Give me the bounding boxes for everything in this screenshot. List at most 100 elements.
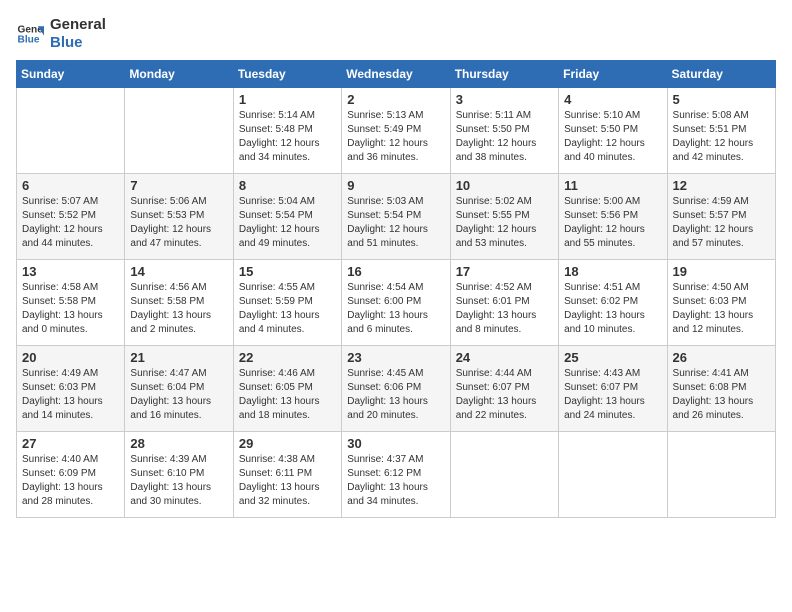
- calendar-week-row: 1 Sunrise: 5:14 AM Sunset: 5:48 PM Daylig…: [17, 88, 776, 174]
- calendar-week-row: 27Sunrise: 4:40 AM Sunset: 6:09 PM Dayli…: [17, 432, 776, 518]
- calendar-cell: 6 Sunrise: 5:07 AM Sunset: 5:52 PM Daylig…: [17, 174, 125, 260]
- day-number: 26: [673, 350, 770, 365]
- day-info: Sunrise: 4:49 AM Sunset: 6:03 PM Dayligh…: [22, 367, 119, 423]
- calendar-cell: [125, 88, 233, 174]
- day-number: 30: [347, 436, 444, 451]
- day-number: 10: [456, 178, 553, 193]
- calendar-cell: 3 Sunrise: 5:11 AM Sunset: 5:50 PM Daylig…: [450, 88, 558, 174]
- calendar-cell: 29 Sunrise: 4:38 AM Sunset: 6:11 PM Dayli…: [233, 432, 341, 518]
- day-number: 28: [130, 436, 227, 451]
- calendar-cell: 30 Sunrise: 4:37 AM Sunset: 6:12 PM Dayli…: [342, 432, 450, 518]
- day-number: 23: [347, 350, 444, 365]
- calendar-week-row: 6 Sunrise: 5:07 AM Sunset: 5:52 PM Daylig…: [17, 174, 776, 260]
- day-info: Sunrise: 5:14 AM Sunset: 5:48 PM Dayligh…: [239, 109, 336, 165]
- day-number: 16: [347, 264, 444, 279]
- day-number: 3: [456, 92, 553, 107]
- weekday-header-tuesday: Tuesday: [233, 61, 341, 88]
- calendar-cell: 1 Sunrise: 5:14 AM Sunset: 5:48 PM Daylig…: [233, 88, 341, 174]
- weekday-header-thursday: Thursday: [450, 61, 558, 88]
- calendar-cell: 21 Sunrise: 4:47 AM Sunset: 6:04 PM Dayli…: [125, 346, 233, 432]
- day-number: 17: [456, 264, 553, 279]
- calendar-cell: 10 Sunrise: 5:02 AM Sunset: 5:55 PM Dayli…: [450, 174, 558, 260]
- day-info: Sunrise: 4:43 AM Sunset: 6:07 PM Dayligh…: [564, 367, 661, 423]
- day-number: 9: [347, 178, 444, 193]
- calendar-header: SundayMondayTuesdayWednesdayThursdayFrid…: [17, 61, 776, 88]
- calendar-cell: 15 Sunrise: 4:55 AM Sunset: 5:59 PM Dayli…: [233, 260, 341, 346]
- calendar-week-row: 20Sunrise: 4:49 AM Sunset: 6:03 PM Dayli…: [17, 346, 776, 432]
- calendar-cell: 13Sunrise: 4:58 AM Sunset: 5:58 PM Dayli…: [17, 260, 125, 346]
- calendar-cell: [559, 432, 667, 518]
- calendar-week-row: 13Sunrise: 4:58 AM Sunset: 5:58 PM Dayli…: [17, 260, 776, 346]
- day-number: 29: [239, 436, 336, 451]
- day-number: 11: [564, 178, 661, 193]
- day-number: 4: [564, 92, 661, 107]
- day-info: Sunrise: 5:03 AM Sunset: 5:54 PM Dayligh…: [347, 195, 444, 251]
- day-info: Sunrise: 4:55 AM Sunset: 5:59 PM Dayligh…: [239, 281, 336, 337]
- day-number: 1: [239, 92, 336, 107]
- calendar-cell: 17 Sunrise: 4:52 AM Sunset: 6:01 PM Dayli…: [450, 260, 558, 346]
- day-info: Sunrise: 4:47 AM Sunset: 6:04 PM Dayligh…: [130, 367, 227, 423]
- day-number: 19: [673, 264, 770, 279]
- day-number: 18: [564, 264, 661, 279]
- day-info: Sunrise: 4:46 AM Sunset: 6:05 PM Dayligh…: [239, 367, 336, 423]
- day-info: Sunrise: 4:37 AM Sunset: 6:12 PM Dayligh…: [347, 453, 444, 509]
- day-number: 7: [130, 178, 227, 193]
- calendar-cell: 23 Sunrise: 4:45 AM Sunset: 6:06 PM Dayli…: [342, 346, 450, 432]
- day-info: Sunrise: 4:59 AM Sunset: 5:57 PM Dayligh…: [673, 195, 770, 251]
- calendar-cell: 14 Sunrise: 4:56 AM Sunset: 5:58 PM Dayli…: [125, 260, 233, 346]
- day-number: 2: [347, 92, 444, 107]
- day-info: Sunrise: 4:54 AM Sunset: 6:00 PM Dayligh…: [347, 281, 444, 337]
- logo: General Blue General Blue: [16, 16, 106, 52]
- logo-general: General: [50, 16, 106, 34]
- day-info: Sunrise: 4:52 AM Sunset: 6:01 PM Dayligh…: [456, 281, 553, 337]
- day-info: Sunrise: 4:50 AM Sunset: 6:03 PM Dayligh…: [673, 281, 770, 337]
- day-info: Sunrise: 4:40 AM Sunset: 6:09 PM Dayligh…: [22, 453, 119, 509]
- logo-icon: General Blue: [16, 20, 44, 48]
- day-info: Sunrise: 4:44 AM Sunset: 6:07 PM Dayligh…: [456, 367, 553, 423]
- calendar-cell: 28Sunrise: 4:39 AM Sunset: 6:10 PM Dayli…: [125, 432, 233, 518]
- day-info: Sunrise: 4:58 AM Sunset: 5:58 PM Dayligh…: [22, 281, 119, 337]
- page-header: General Blue General Blue: [16, 16, 776, 52]
- weekday-header-wednesday: Wednesday: [342, 61, 450, 88]
- weekday-header-friday: Friday: [559, 61, 667, 88]
- day-info: Sunrise: 4:56 AM Sunset: 5:58 PM Dayligh…: [130, 281, 227, 337]
- calendar-cell: 11 Sunrise: 5:00 AM Sunset: 5:56 PM Dayli…: [559, 174, 667, 260]
- svg-text:Blue: Blue: [18, 35, 40, 46]
- day-info: Sunrise: 5:02 AM Sunset: 5:55 PM Dayligh…: [456, 195, 553, 251]
- calendar-cell: 16 Sunrise: 4:54 AM Sunset: 6:00 PM Dayli…: [342, 260, 450, 346]
- calendar-cell: 12 Sunrise: 4:59 AM Sunset: 5:57 PM Dayli…: [667, 174, 775, 260]
- calendar-cell: [450, 432, 558, 518]
- day-number: 12: [673, 178, 770, 193]
- weekday-header-saturday: Saturday: [667, 61, 775, 88]
- day-number: 15: [239, 264, 336, 279]
- day-info: Sunrise: 5:13 AM Sunset: 5:49 PM Dayligh…: [347, 109, 444, 165]
- day-number: 8: [239, 178, 336, 193]
- day-number: 21: [130, 350, 227, 365]
- weekday-header-monday: Monday: [125, 61, 233, 88]
- day-number: 6: [22, 178, 119, 193]
- day-info: Sunrise: 5:00 AM Sunset: 5:56 PM Dayligh…: [564, 195, 661, 251]
- day-number: 5: [673, 92, 770, 107]
- day-info: Sunrise: 4:51 AM Sunset: 6:02 PM Dayligh…: [564, 281, 661, 337]
- calendar-cell: 18 Sunrise: 4:51 AM Sunset: 6:02 PM Dayli…: [559, 260, 667, 346]
- day-info: Sunrise: 5:07 AM Sunset: 5:52 PM Dayligh…: [22, 195, 119, 251]
- calendar-cell: [17, 88, 125, 174]
- day-info: Sunrise: 5:08 AM Sunset: 5:51 PM Dayligh…: [673, 109, 770, 165]
- weekday-header-sunday: Sunday: [17, 61, 125, 88]
- day-info: Sunrise: 5:04 AM Sunset: 5:54 PM Dayligh…: [239, 195, 336, 251]
- day-info: Sunrise: 5:06 AM Sunset: 5:53 PM Dayligh…: [130, 195, 227, 251]
- calendar-cell: 19 Sunrise: 4:50 AM Sunset: 6:03 PM Dayli…: [667, 260, 775, 346]
- day-number: 14: [130, 264, 227, 279]
- weekday-row: SundayMondayTuesdayWednesdayThursdayFrid…: [17, 61, 776, 88]
- calendar-cell: 9 Sunrise: 5:03 AM Sunset: 5:54 PM Daylig…: [342, 174, 450, 260]
- calendar-cell: 22 Sunrise: 4:46 AM Sunset: 6:05 PM Dayli…: [233, 346, 341, 432]
- day-info: Sunrise: 4:38 AM Sunset: 6:11 PM Dayligh…: [239, 453, 336, 509]
- calendar-cell: 20Sunrise: 4:49 AM Sunset: 6:03 PM Dayli…: [17, 346, 125, 432]
- day-info: Sunrise: 4:45 AM Sunset: 6:06 PM Dayligh…: [347, 367, 444, 423]
- calendar-cell: 27Sunrise: 4:40 AM Sunset: 6:09 PM Dayli…: [17, 432, 125, 518]
- calendar-body: 1 Sunrise: 5:14 AM Sunset: 5:48 PM Daylig…: [17, 88, 776, 518]
- calendar-table: SundayMondayTuesdayWednesdayThursdayFrid…: [16, 60, 776, 518]
- calendar-cell: 24Sunrise: 4:44 AM Sunset: 6:07 PM Dayli…: [450, 346, 558, 432]
- day-info: Sunrise: 5:11 AM Sunset: 5:50 PM Dayligh…: [456, 109, 553, 165]
- day-number: 22: [239, 350, 336, 365]
